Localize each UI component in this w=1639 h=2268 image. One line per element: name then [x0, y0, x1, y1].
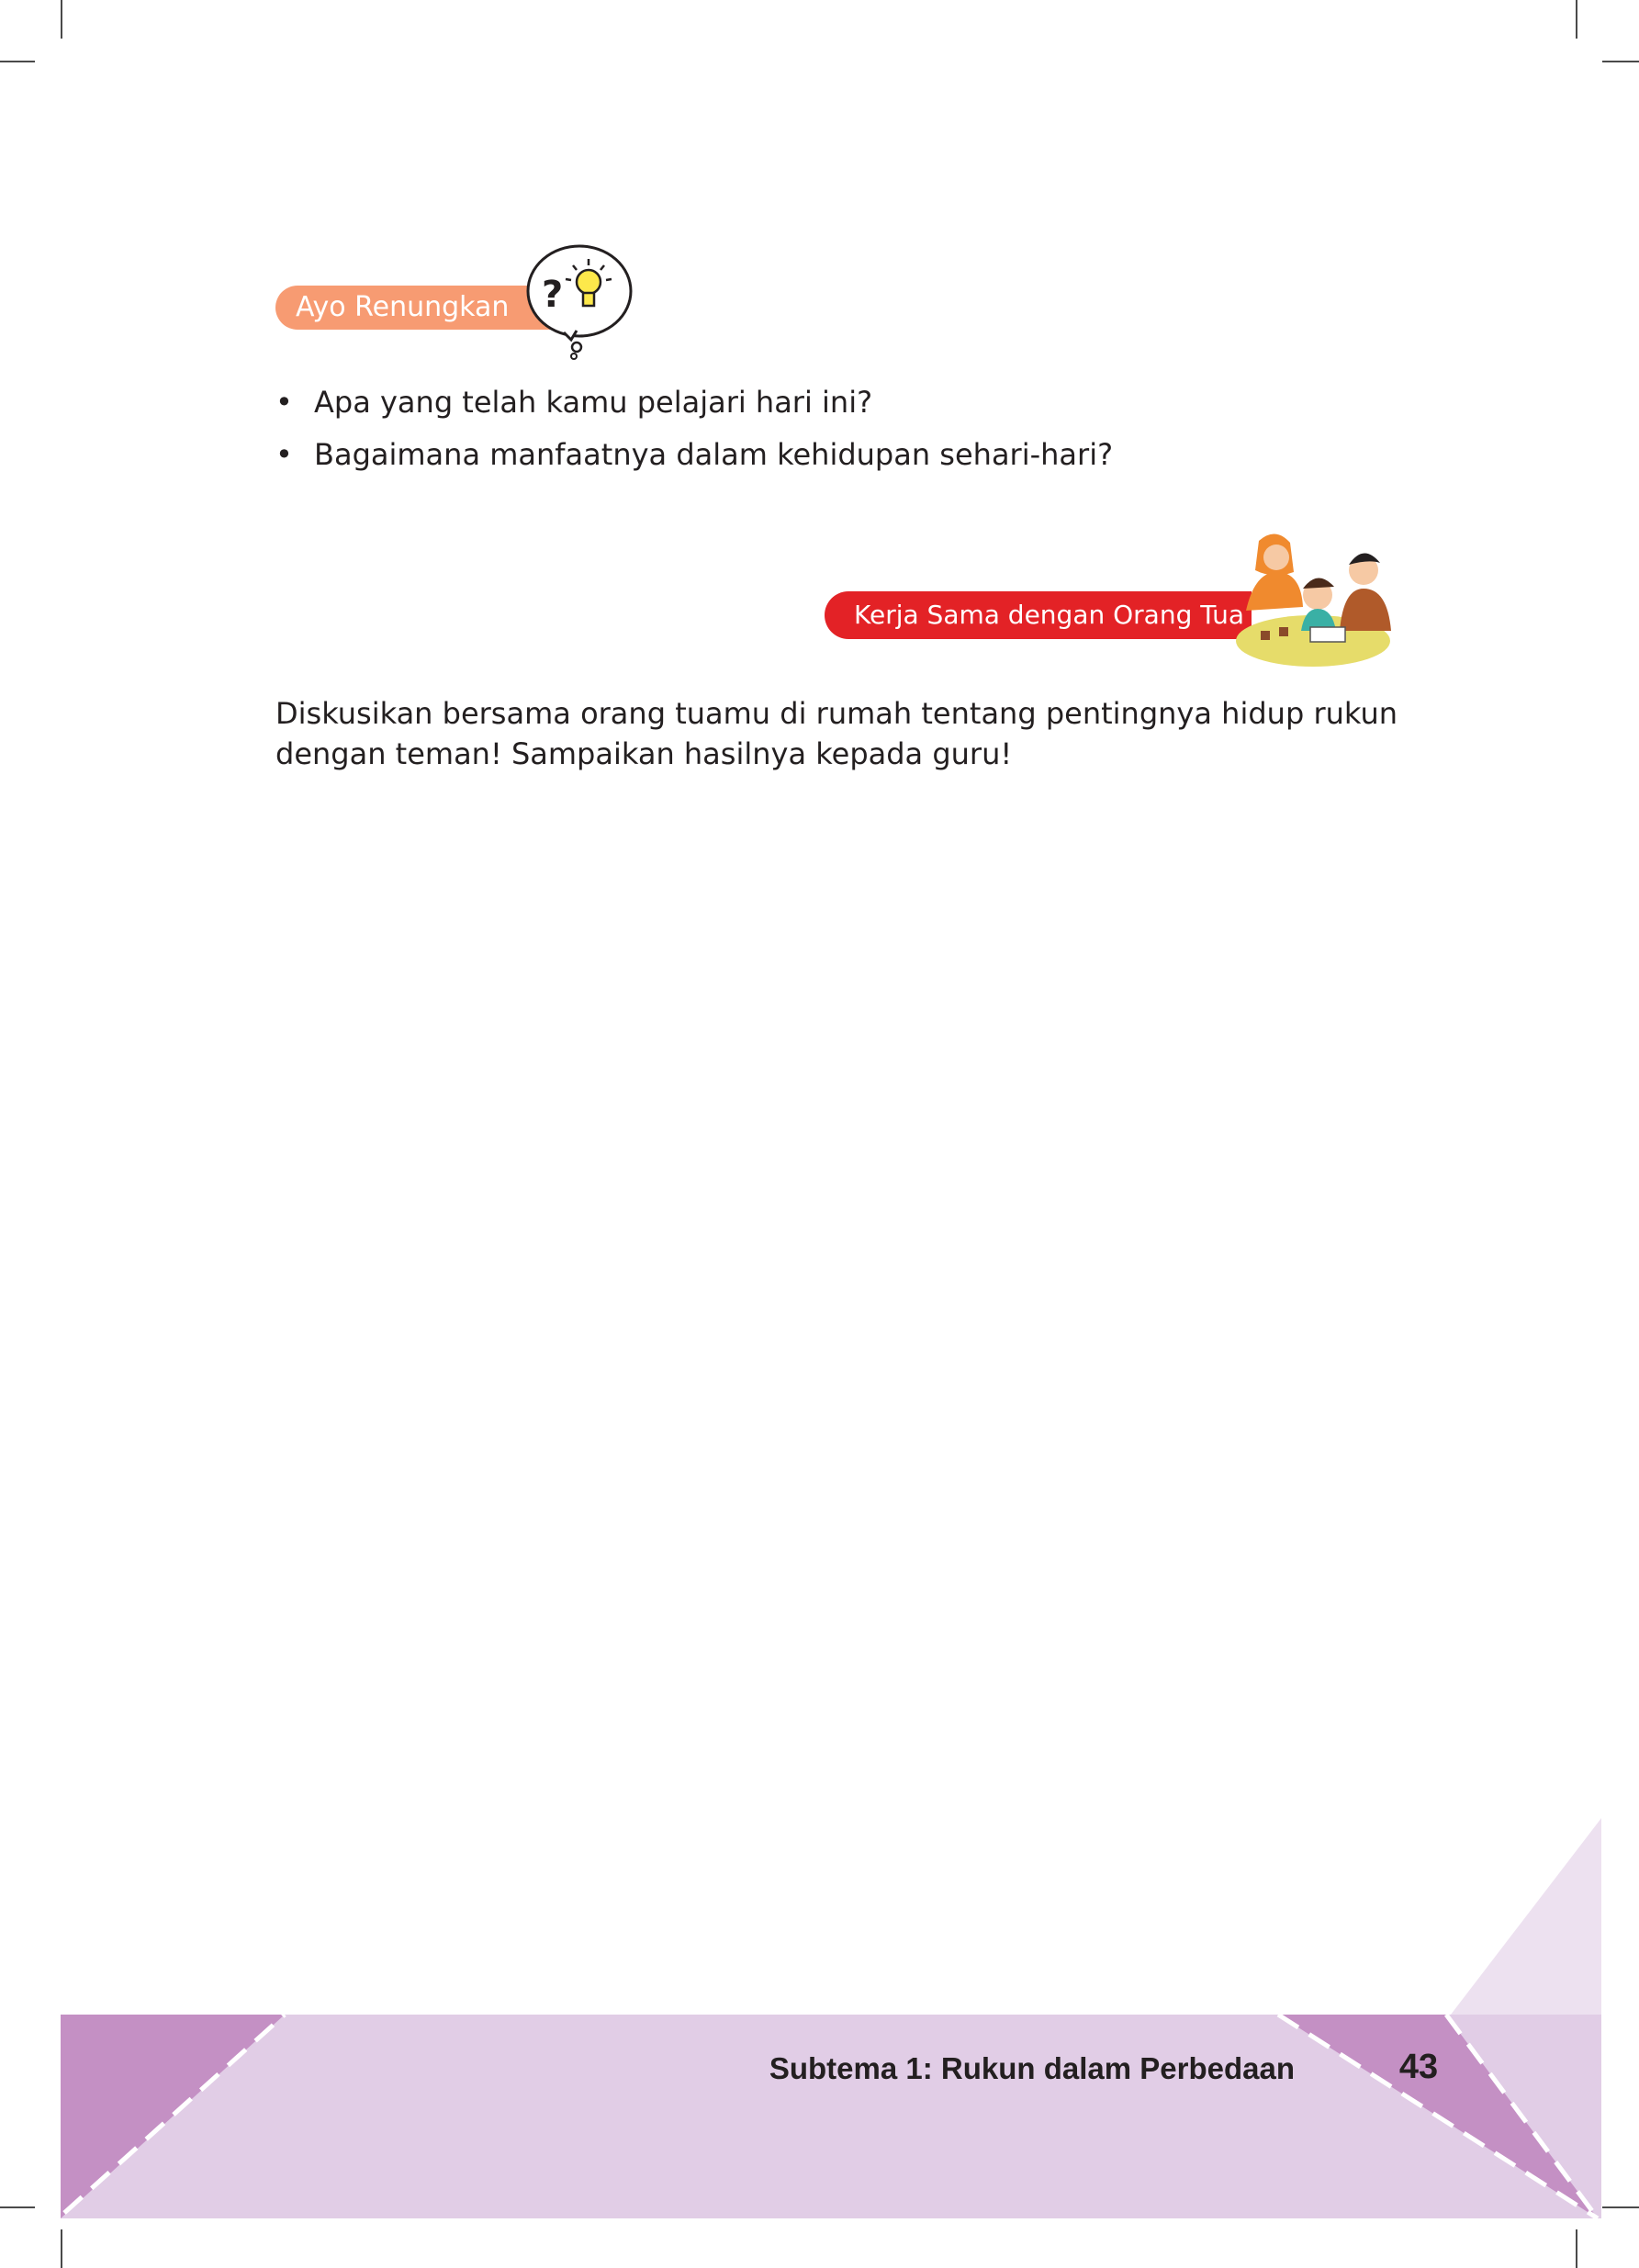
reflection-questions: • Apa yang telah kamu pelajari hari ini? …	[275, 376, 1113, 481]
question-lightbulb-thought-icon: ?	[526, 244, 633, 360]
bullet-icon: •	[275, 437, 293, 472]
list-item: • Bagaimana manfaatnya dalam kehidupan se…	[275, 429, 1113, 481]
svg-text:?: ?	[542, 274, 563, 316]
crop-mark	[1602, 61, 1639, 62]
page-number: 43	[1398, 2048, 1439, 2086]
list-item: • Apa yang telah kamu pelajari hari ini?	[275, 376, 1113, 429]
crop-mark	[61, 0, 62, 39]
bullet-icon: •	[275, 385, 293, 420]
crop-mark	[0, 61, 35, 62]
parent-activity-text: Diskusikan bersama orang tuamu di rumah …	[275, 696, 1398, 771]
parent-activity-heading: Kerja Sama dengan Orang Tua	[825, 591, 1252, 639]
footer-subtheme: Subtema 1: Rukun dalam Perbedaan	[769, 2051, 1295, 2085]
crop-mark	[1576, 0, 1577, 39]
family-study-illustration	[1236, 533, 1391, 667]
footer-band	[61, 1818, 1601, 2221]
